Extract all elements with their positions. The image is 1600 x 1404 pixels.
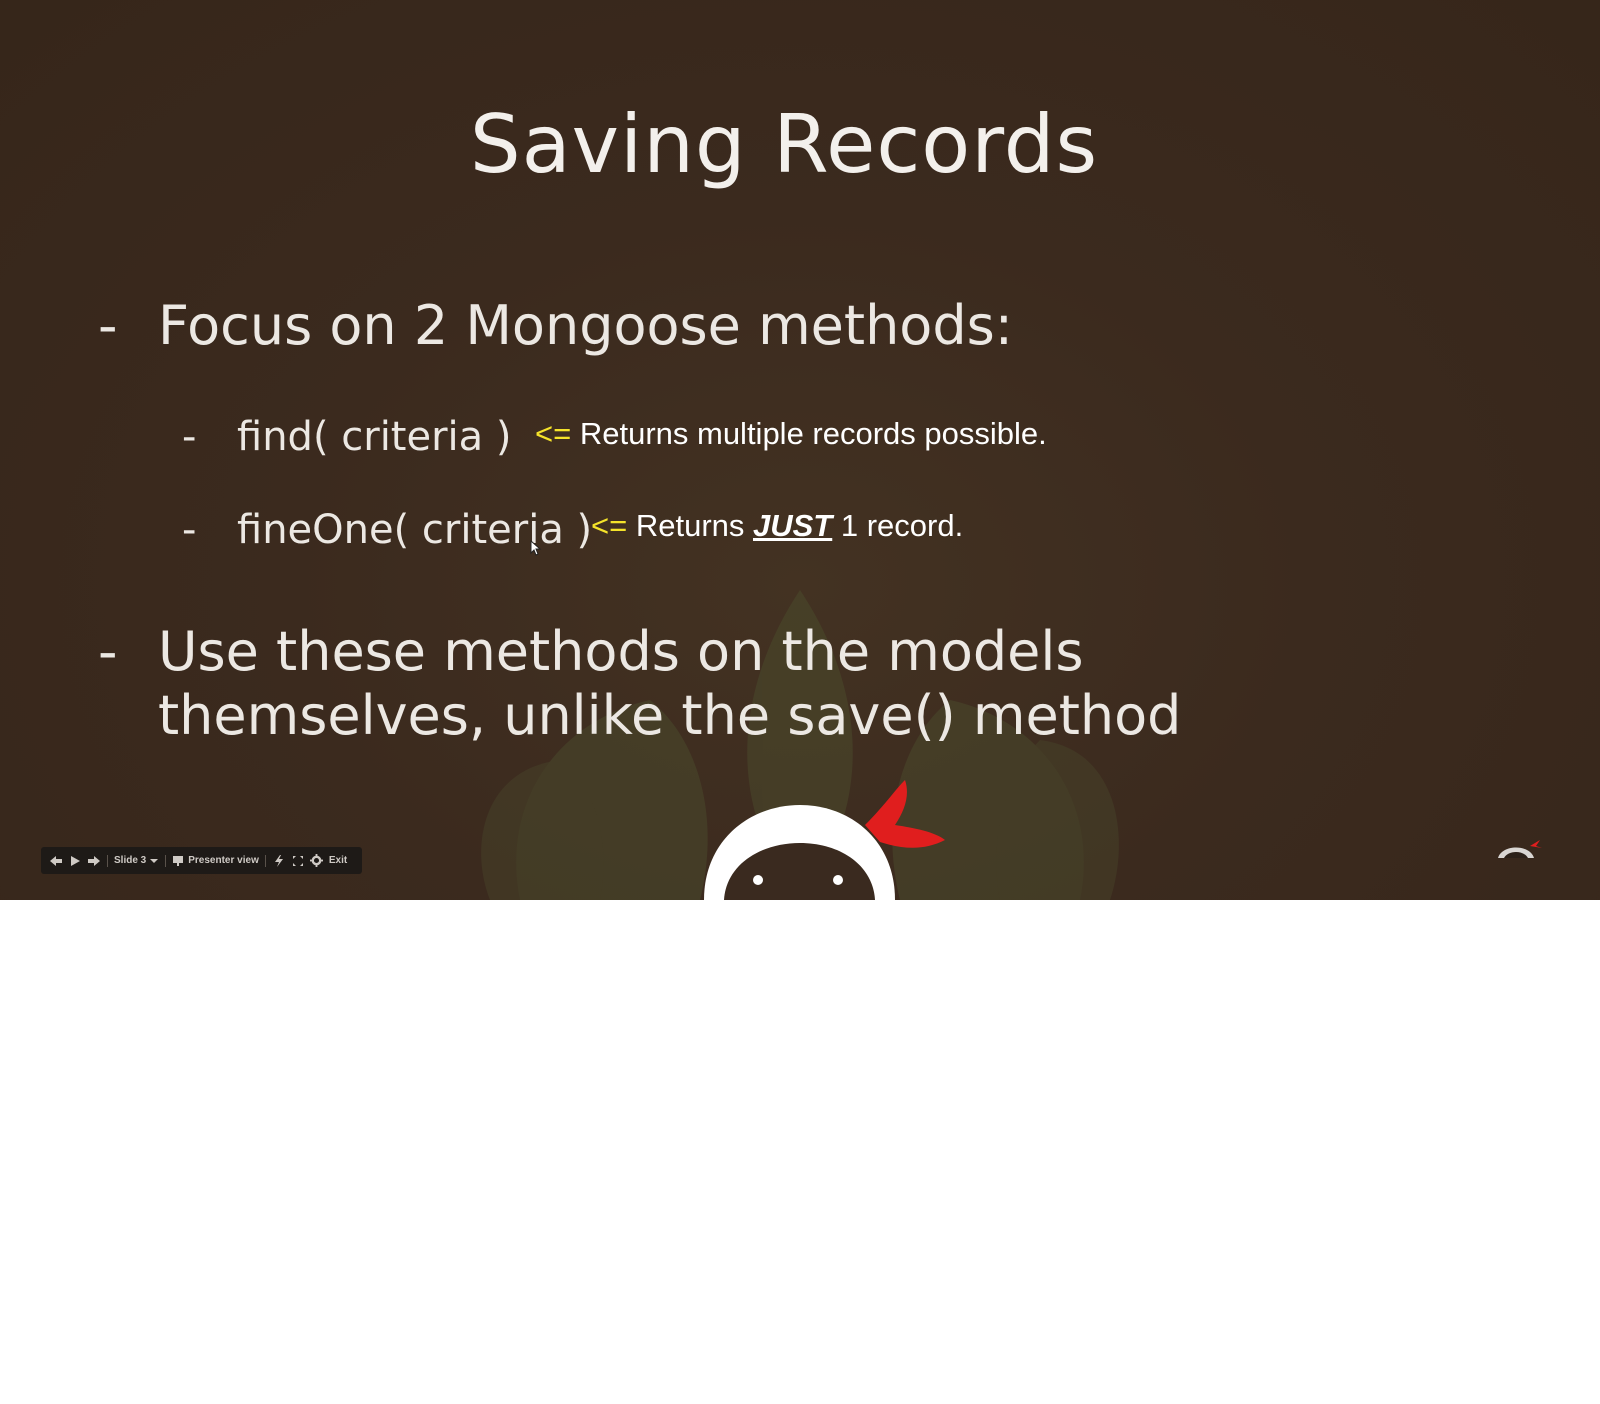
toolbar-divider xyxy=(107,854,108,867)
slide-title: Saving Records xyxy=(469,98,1099,191)
chevron-down-icon xyxy=(150,858,159,863)
annotation-text-post: 1 record. xyxy=(832,508,964,543)
annotation-arrow: <= xyxy=(591,508,628,543)
bullet-dash: - xyxy=(98,620,118,683)
sub-bullet-dash: - xyxy=(182,414,197,460)
bullet-text: Focus on 2 Mongoose methods: xyxy=(158,294,1013,357)
annotation-find: <= Returns multiple records possible. xyxy=(535,416,1047,452)
ninja-mascot-icon xyxy=(704,780,945,900)
sub-bullet-dash: - xyxy=(182,507,197,553)
play-button[interactable] xyxy=(69,851,81,871)
annotation-text-pre: Returns xyxy=(627,508,753,543)
gear-icon xyxy=(309,854,323,867)
logo-corner-icon xyxy=(1498,840,1542,858)
mouse-cursor-icon xyxy=(530,540,542,556)
settings-button[interactable] xyxy=(309,851,323,871)
presenter-view-label: Presenter view xyxy=(188,855,259,866)
fullscreen-button[interactable] xyxy=(292,851,304,871)
annotation-emphasis: JUST xyxy=(753,508,833,543)
slide-select-dropdown[interactable]: Slide 3 xyxy=(114,851,159,871)
slide-select-label: Slide 3 xyxy=(114,855,147,866)
prev-arrow-icon xyxy=(50,855,62,866)
bullet-text: Use these methods on the models themselv… xyxy=(158,620,1182,747)
annotation-findone: <= Returns JUST 1 record. xyxy=(591,508,963,544)
presenter-screen-icon xyxy=(173,855,184,866)
annotation-text: Returns multiple records possible. xyxy=(571,416,1047,451)
laser-pointer-icon xyxy=(274,854,283,867)
prev-slide-button[interactable] xyxy=(49,851,63,871)
next-arrow-icon xyxy=(88,855,100,866)
method-find: find( criteria ) xyxy=(237,414,512,460)
toolbar-divider xyxy=(165,854,167,867)
bullet-dash: - xyxy=(98,294,118,357)
laser-pointer-button[interactable] xyxy=(272,851,286,871)
presenter-view-button[interactable]: Presenter view xyxy=(172,851,259,871)
toolbar-divider xyxy=(264,854,266,867)
next-slide-button[interactable] xyxy=(87,851,101,871)
fullscreen-icon xyxy=(292,855,303,866)
exit-button[interactable]: Exit xyxy=(329,851,347,871)
presentation-toolbar: Slide 3 Presenter view Exit xyxy=(41,847,362,874)
exit-label: Exit xyxy=(328,855,348,866)
play-icon xyxy=(71,855,80,866)
slide-canvas: Saving Records - Focus on 2 Mongoose met… xyxy=(0,0,1600,900)
annotation-arrow: <= xyxy=(535,416,572,451)
